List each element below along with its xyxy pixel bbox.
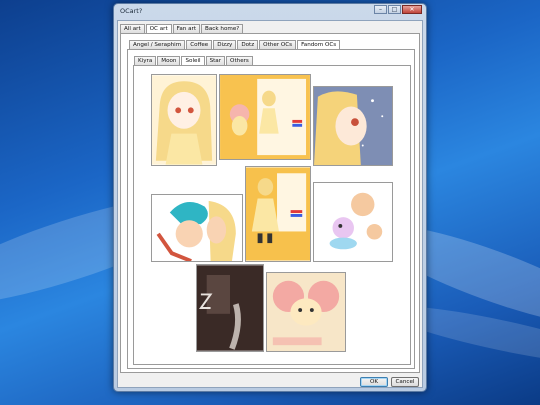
window-client: All art OC art Fan art Back home? Angel … (117, 20, 423, 388)
gallery-image-6[interactable] (196, 264, 264, 352)
tab-kiyra[interactable]: Kiyra (134, 56, 157, 65)
gallery-image-5-art (314, 183, 392, 261)
cancel-button[interactable]: Cancel (391, 377, 419, 387)
gallery-image-0-art (152, 75, 216, 165)
maximize-icon[interactable]: □ (388, 5, 401, 14)
gallery-image-3[interactable] (151, 194, 243, 262)
gallery-image-3-art (152, 195, 242, 261)
gallery-image-2-art (314, 87, 392, 165)
gallery-image-6-art (197, 265, 263, 351)
tab-all-art[interactable]: All art (120, 24, 145, 33)
soleil-gallery (133, 65, 411, 365)
tab-fan-art[interactable]: Fan art (172, 24, 201, 33)
title-bar[interactable]: OCart? – □ ✕ (114, 4, 426, 19)
ok-button[interactable]: OK (360, 377, 388, 387)
minimize-icon[interactable]: – (374, 5, 387, 14)
oc-art-panel: Angel / Seraphim Coffee Dizzy Dotz Other… (120, 33, 420, 373)
gallery-image-5[interactable] (313, 182, 393, 262)
character-tab-row: Kiyra Moon Soleil Star Others (134, 55, 254, 66)
window-title: OCart? (120, 7, 143, 15)
tab-angel-seraphim[interactable]: Angel / Seraphim (129, 40, 186, 49)
tab-other-ocs[interactable]: Other OCs (259, 40, 297, 49)
tab-moon[interactable]: Moon (157, 56, 181, 65)
category-tab-row: Angel / Seraphim Coffee Dizzy Dotz Other… (129, 39, 341, 50)
app-window: OCart? – □ ✕ All art OC art Fan art Back… (113, 3, 427, 392)
gallery-image-1-art (220, 75, 310, 159)
gallery-image-2[interactable] (313, 86, 393, 166)
gallery-image-1[interactable] (219, 74, 311, 160)
tab-back-home[interactable]: Back home? (201, 24, 244, 33)
gallery-image-4[interactable] (245, 166, 311, 262)
gallery-image-4-art (246, 167, 310, 261)
gallery-image-7[interactable] (266, 272, 346, 352)
gallery-image-0[interactable] (151, 74, 217, 166)
gallery-image-7-art (267, 273, 345, 351)
tab-star[interactable]: Star (205, 56, 226, 65)
tab-coffee[interactable]: Coffee (186, 40, 213, 49)
tab-others[interactable]: Others (226, 56, 253, 65)
top-tab-row: All art OC art Fan art Back home? (120, 23, 244, 34)
tab-dizzy[interactable]: Dizzy (213, 40, 237, 49)
fandom-ocs-panel: Kiyra Moon Soleil Star Others (127, 49, 415, 369)
tab-dotz[interactable]: Dotz (237, 40, 259, 49)
close-icon[interactable]: ✕ (402, 5, 422, 14)
